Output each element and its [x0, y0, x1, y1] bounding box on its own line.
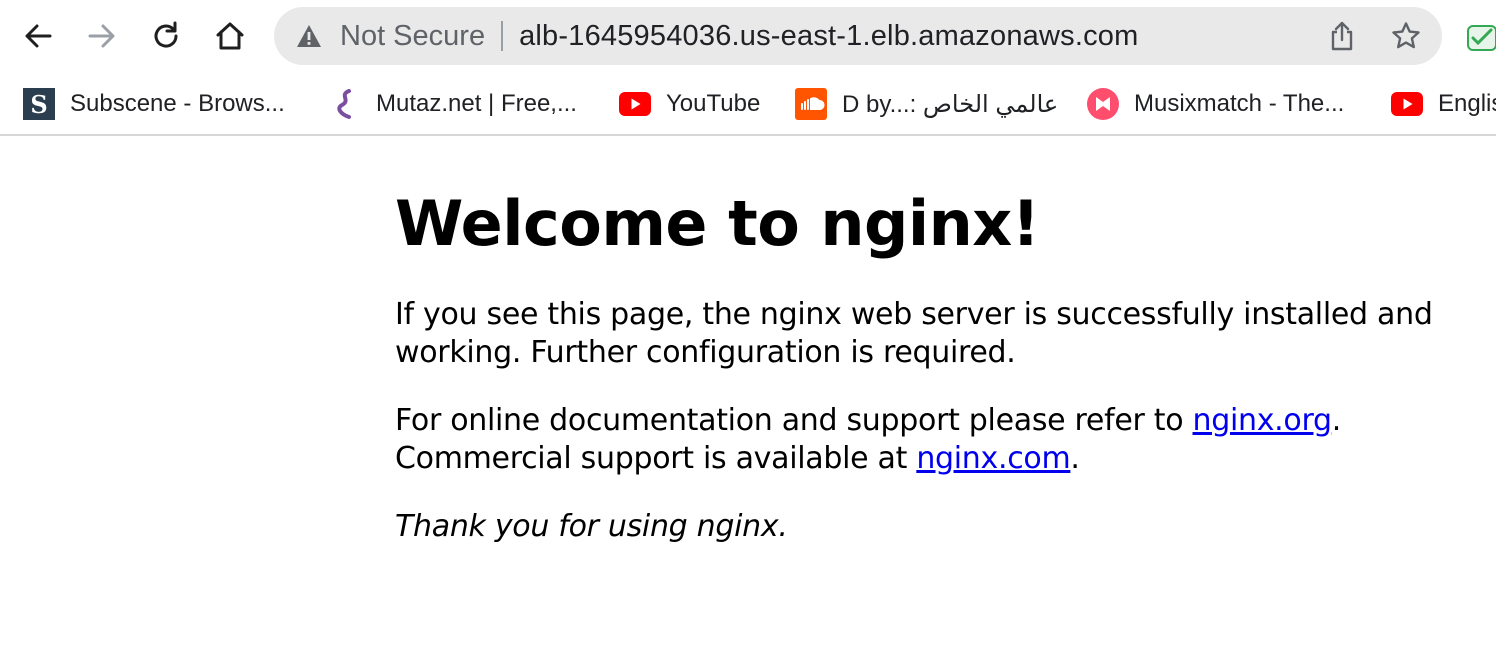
arrow-right-icon [88, 24, 115, 48]
bookmark-subscene[interactable]: S Subscene - Brows... [22, 86, 285, 122]
url-text[interactable]: alb-1645954036.us-east-1.elb.amazonaws.c… [519, 20, 1138, 53]
site-security-indicator[interactable]: Not Secure [296, 7, 485, 65]
warning-triangle-icon [297, 25, 321, 47]
bookmark-musixmatch[interactable]: Musixmatch - The... [1086, 86, 1344, 122]
bookmark-label: D by...: عالمي الخاص [842, 90, 1059, 118]
back-button[interactable] [14, 12, 62, 60]
period: . [1070, 441, 1080, 476]
address-bar[interactable]: Not Secure alb-1645954036.us-east-1.elb.… [274, 7, 1442, 65]
youtube-icon [1390, 87, 1424, 121]
not-secure-label: Not Secure [340, 19, 486, 52]
bookmarks-bar: S Subscene - Brows... Mutaz.net | Free,.… [0, 72, 1496, 136]
extension-icon [1467, 25, 1496, 51]
forward-button[interactable] [78, 12, 126, 60]
support-message: For online documentation and support ple… [395, 402, 1435, 478]
reload-icon [154, 21, 178, 48]
subscene-icon: S [22, 87, 56, 121]
bookmark-mutaz[interactable]: Mutaz.net | Free,... [328, 86, 577, 122]
extension-button[interactable] [1462, 18, 1496, 58]
musixmatch-icon [1086, 87, 1120, 121]
bookmark-soundcloud[interactable]: D by...: عالمي الخاص [794, 86, 1058, 122]
install-message: If you see this page, the nginx web serv… [395, 297, 1433, 370]
thanks-message: Thank you for using nginx. [395, 508, 1435, 546]
page-content: Welcome to nginx! If you see this page, … [395, 138, 1435, 546]
address-divider [501, 21, 504, 51]
mutaz-icon [328, 87, 362, 121]
page-title: Welcome to nginx! [395, 187, 1040, 260]
bookmark-label: Musixmatch - The... [1134, 90, 1345, 117]
soundcloud-icon [794, 87, 828, 121]
bookmark-label: Subscene - Brows... [70, 90, 285, 117]
bookmark-youtube-english[interactable]: English [1390, 86, 1496, 122]
docs-text: For online documentation and support ple… [395, 403, 1193, 438]
star-icon [1392, 22, 1420, 49]
nginx-com-link[interactable]: nginx.com [916, 441, 1070, 476]
thanks-text: Thank you for using nginx. [395, 509, 788, 544]
nginx-org-link[interactable]: nginx.org [1193, 403, 1333, 438]
bookmark-star-button[interactable] [1380, 10, 1432, 62]
bookmark-label: Mutaz.net | Free,... [376, 90, 577, 117]
share-button[interactable] [1316, 10, 1368, 62]
bookmark-youtube[interactable]: YouTube [618, 86, 760, 122]
arrow-left-icon [25, 24, 52, 48]
home-button[interactable] [206, 12, 254, 60]
commercial-text: Commercial support is available at [395, 441, 917, 476]
browser-toolbar: Not Secure alb-1645954036.us-east-1.elb.… [0, 0, 1496, 72]
home-icon [216, 22, 244, 50]
period: . [1331, 403, 1342, 438]
share-icon [1331, 21, 1353, 51]
svg-text:S: S [30, 90, 47, 119]
reload-button[interactable] [142, 12, 190, 60]
bookmark-label: YouTube [666, 90, 761, 117]
youtube-icon [618, 87, 652, 121]
bookmark-label: English [1438, 90, 1496, 117]
